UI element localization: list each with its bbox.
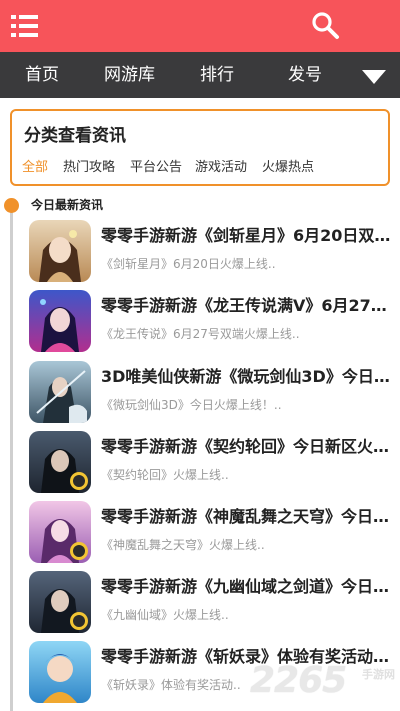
category-link-announcements[interactable]: 平台公告 (130, 156, 182, 175)
watermark-logo-text: 2265 (250, 660, 347, 701)
news-desc: 《九幽仙域》火爆上线.. (101, 608, 229, 622)
game-art-contract-icon (29, 431, 91, 493)
news-title: 零零手游新游《九幽仙域之剑道》今日火爆上线 (101, 577, 391, 596)
game-art-dragon-king-icon (29, 290, 91, 352)
game-art-demon-slayer-icon (29, 641, 91, 703)
timeline-line (10, 206, 13, 711)
nav-item-home[interactable]: 首页 (25, 52, 59, 98)
timeline-day-label: 今日最新资讯 (31, 198, 104, 212)
watermark-sub-text: 手游网 (362, 668, 395, 681)
category-title: 分类查看资讯 (24, 126, 126, 146)
search-icon[interactable] (310, 10, 340, 40)
news-title: 零零手游新游《神魔乱舞之天穹》今日火爆上线 (101, 507, 391, 526)
game-art-fairy-icon (29, 220, 91, 282)
news-title: 零零手游新游《契约轮回》今日新区火爆开启 (101, 437, 391, 456)
game-art-nine-realms-icon (29, 571, 91, 633)
category-filter-box: 分类查看资讯 全部 热门攻略 平台公告 游戏活动 火爆热点 (10, 109, 390, 186)
category-link-events[interactable]: 游戏活动 (195, 156, 247, 175)
news-list-item[interactable]: 零零手游新游《神魔乱舞之天穹》今日火爆上线 《神魔乱舞之天穹》火爆上线.. (26, 501, 396, 571)
nav-item-ranking[interactable]: 排行 (200, 52, 234, 98)
category-link-guides[interactable]: 热门攻略 (63, 156, 115, 175)
nav-item-game-library[interactable]: 网游库 (104, 52, 155, 98)
news-desc: 《龙王传说》6月27号双端火爆上线.. (101, 327, 300, 341)
news-list-item[interactable]: 3D唯美仙侠新游《微玩剑仙3D》今日火爆上线 《微玩剑仙3D》今日火爆上线！.. (26, 361, 396, 431)
news-list-item[interactable]: 零零手游新游《九幽仙域之剑道》今日火爆上线 《九幽仙域》火爆上线.. (26, 571, 396, 641)
news-desc: 《契约轮回》火爆上线.. (101, 468, 229, 482)
news-title: 3D唯美仙侠新游《微玩剑仙3D》今日火爆上线 (101, 367, 391, 386)
news-list-item[interactable]: 零零手游新游《剑斩星月》6月20日双端火爆上线 《剑斩星月》6月20日火爆上线.… (26, 220, 396, 290)
nav-item-gift-codes[interactable]: 发号 (288, 52, 322, 98)
top-app-bar (0, 0, 400, 52)
site-watermark-logo: 2265 手游网 (250, 660, 400, 706)
news-list-item[interactable]: 零零手游新游《契约轮回》今日新区火爆开启 《契约轮回》火爆上线.. (26, 431, 396, 501)
timeline-dot (4, 198, 19, 213)
game-art-demon-dance-icon (29, 501, 91, 563)
triangle-down-icon[interactable] (362, 69, 386, 84)
news-title: 零零手游新游《龙王传说满V》6月27日双端上线 (101, 296, 391, 315)
news-desc: 《神魔乱舞之天穹》火爆上线.. (101, 538, 265, 552)
category-link-all[interactable]: 全部 (22, 156, 48, 175)
hamburger-list-icon[interactable] (10, 12, 40, 40)
news-desc: 《微玩剑仙3D》今日火爆上线！.. (101, 398, 282, 412)
news-desc: 《剑斩星月》6月20日火爆上线.. (101, 257, 276, 271)
news-title: 零零手游新游《剑斩星月》6月20日双端火爆上线 (101, 226, 391, 245)
category-link-hot-topics[interactable]: 火爆热点 (262, 156, 314, 175)
game-art-swordsman-icon (29, 361, 91, 423)
news-list-item[interactable]: 零零手游新游《龙王传说满V》6月27日双端上线 《龙王传说》6月27号双端火爆上… (26, 290, 396, 360)
main-nav: 首页 网游库 排行 发号 (0, 52, 400, 98)
